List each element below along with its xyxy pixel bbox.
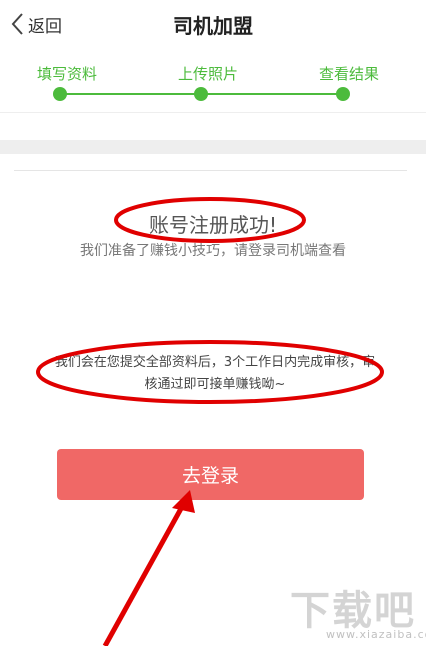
watermark-url: www.xiazaiba.com — [326, 628, 426, 641]
page-title: 司机加盟 — [173, 14, 253, 38]
step-dot-1 — [53, 87, 67, 101]
success-message: 账号注册成功! — [148, 213, 278, 237]
app-header: 返回 司机加盟 — [0, 0, 426, 50]
divider — [14, 170, 407, 171]
tip-message: 我们准备了赚钱小技巧，请登录司机端查看 — [80, 243, 346, 259]
progress-steps: 填写资料 上传照片 查看结果 — [0, 54, 426, 112]
step-dot-3 — [336, 87, 350, 101]
section-separator — [0, 140, 426, 154]
step-label-upload-photo: 上传照片 — [178, 65, 239, 83]
step-dot-2 — [194, 87, 208, 101]
spacer — [0, 112, 426, 141]
step-label-fill-info: 填写资料 — [37, 65, 98, 83]
go-login-button[interactable]: 去登录 — [57, 449, 364, 500]
review-notice: 我们会在您提交全部资料后，3个工作日内完成审核，审核通过即可接单赚钱呦~ — [54, 355, 376, 392]
step-label-view-result: 查看结果 — [319, 65, 380, 83]
